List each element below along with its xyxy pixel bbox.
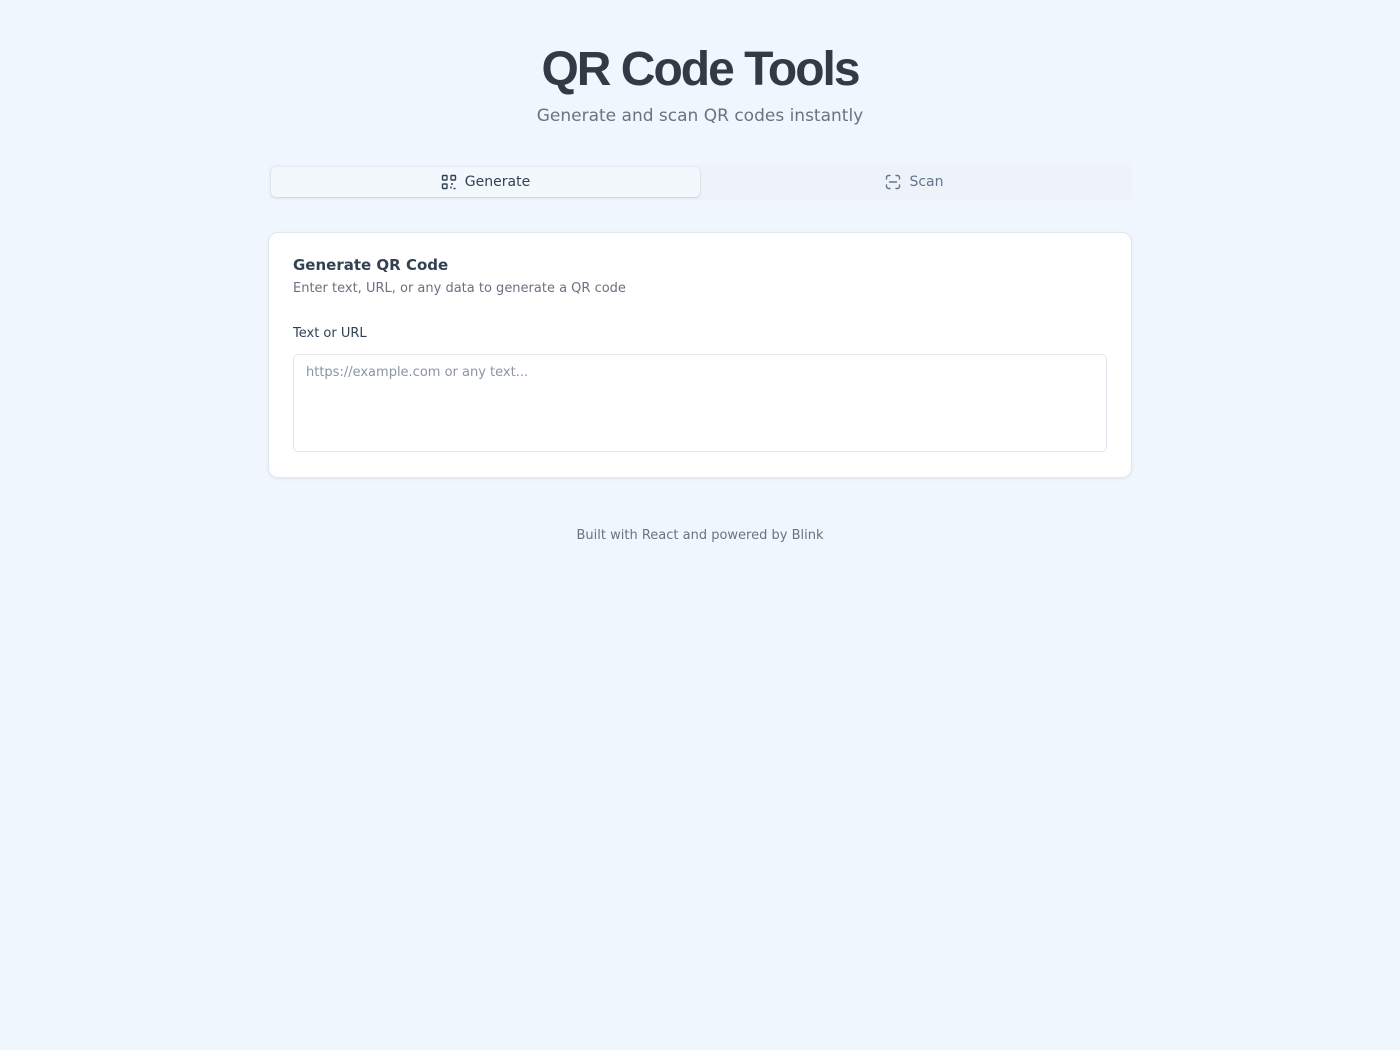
text-or-url-label: Text or URL — [293, 326, 367, 341]
card-title: Generate QR Code — [293, 256, 449, 274]
page-title: QR Code Tools — [541, 43, 860, 96]
tab-generate[interactable]: Generate — [271, 167, 700, 197]
card-description: Enter text, URL, or any data to generate… — [293, 281, 626, 296]
tab-scan-label: Scan — [909, 174, 944, 190]
text-or-url-input[interactable] — [293, 354, 1107, 452]
generate-card: Generate QR Code Enter text, URL, or any… — [268, 232, 1132, 478]
tab-scan[interactable]: Scan — [700, 167, 1129, 197]
footer-text: Built with React and powered by Blink — [576, 528, 824, 543]
scan-icon — [885, 174, 901, 190]
qr-code-icon — [441, 174, 457, 190]
tab-generate-label: Generate — [464, 174, 531, 190]
tab-list: Generate Scan — [268, 164, 1132, 200]
page-subtitle: Generate and scan QR codes instantly — [536, 106, 864, 126]
page-header: QR Code Tools Generate and scan QR codes… — [0, 40, 1400, 128]
